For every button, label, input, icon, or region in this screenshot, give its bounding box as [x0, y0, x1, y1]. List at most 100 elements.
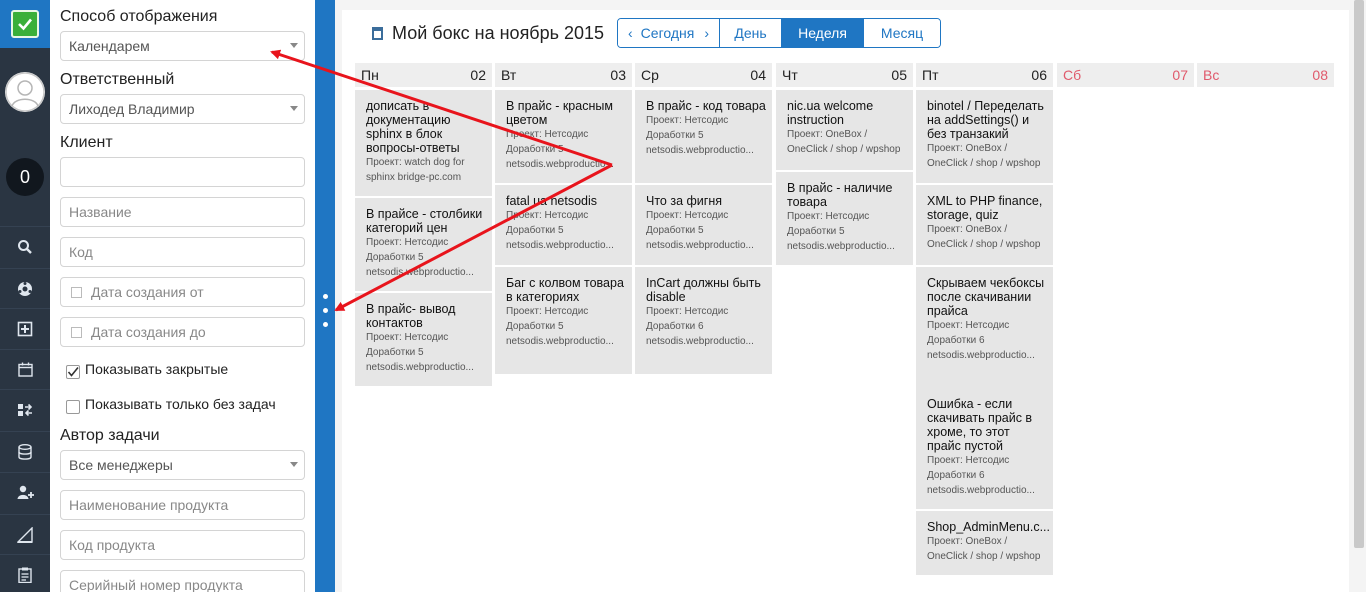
- app-logo[interactable]: [0, 0, 50, 48]
- name-input[interactable]: Название: [60, 197, 305, 227]
- task-card[interactable]: InCart должны быть disable Проект: Нетсод…: [635, 267, 772, 374]
- responsible-select[interactable]: Лиходед Владимир: [60, 94, 305, 124]
- task-card[interactable]: fatal ua netsodis Проект: Нетсодис Доработ…: [495, 185, 632, 265]
- calendar-icon[interactable]: [0, 349, 50, 389]
- day-header: Ср 04: [635, 63, 772, 87]
- task-meta: Проект: Нетсодис: [506, 306, 589, 317]
- display-mode-value: Календарем: [69, 38, 150, 54]
- task-meta: netsodis.webproductio...: [366, 267, 474, 278]
- task-title: Баг с колвом товара в категориях: [506, 276, 624, 304]
- soccer-ball-icon[interactable]: [0, 268, 50, 308]
- exchange-icon[interactable]: [0, 389, 50, 429]
- task-card[interactable]: Баг с колвом товара в категориях Проект: …: [495, 267, 632, 374]
- task-title: дописать в документацию sphinx в блок во…: [366, 99, 460, 155]
- calendar-panel: Мой бокс на ноябрь 2015 ‹ Сегодня › День…: [342, 10, 1349, 592]
- task-card[interactable]: Скрываем чекбоксы после скачивании прайс…: [916, 267, 1053, 388]
- task-card[interactable]: XML to PHP finance, storage, quiz Проект:…: [916, 185, 1053, 265]
- task-meta: Доработки 5: [646, 225, 704, 236]
- task-card[interactable]: В прайс - код товара Проект: Нетсодис Дора…: [635, 90, 772, 183]
- task-meta: netsodis.webproductio...: [506, 336, 614, 347]
- scrollbar-thumb[interactable]: [1354, 0, 1364, 548]
- task-meta: Проект: Нетсодис: [927, 320, 1010, 331]
- database-icon[interactable]: [0, 431, 50, 471]
- add-square-icon[interactable]: [0, 308, 50, 348]
- date-to-input[interactable]: Дата создания до: [60, 317, 305, 347]
- task-meta: OneClick / shop / wpshop: [927, 551, 1041, 562]
- calendar-title-text: Мой бокс на ноябрь 2015: [392, 23, 605, 43]
- month-view-button[interactable]: Месяц: [864, 19, 940, 47]
- task-title: Скрываем чекбоксы после скачивании прайс…: [927, 276, 1045, 318]
- date-to-placeholder: Дата создания до: [91, 324, 206, 340]
- today-button[interactable]: Сегодня: [641, 25, 695, 41]
- triangle-ruler-icon[interactable]: [0, 514, 50, 554]
- clipboard-icon[interactable]: [0, 554, 50, 592]
- task-meta: netsodis.webproductio...: [646, 336, 754, 347]
- code-placeholder: Код: [69, 244, 93, 260]
- task-card[interactable]: nic.ua welcome instruction Проект: OneBox…: [776, 90, 913, 170]
- panel-splitter[interactable]: [315, 0, 335, 592]
- task-card[interactable]: дописать в документацию sphinx в блок во…: [355, 90, 492, 196]
- serial-number-input[interactable]: Серийный номер продукта: [60, 570, 305, 592]
- calendar-icon: [372, 27, 383, 40]
- show-closed-checkbox[interactable]: [66, 365, 80, 379]
- task-title: В прайсе - столбики категорий цен: [366, 207, 483, 235]
- app-window: 0 Способ отображения Календарем Ответств…: [0, 0, 1366, 592]
- task-meta: Доработки 5: [506, 321, 564, 332]
- show-without-tasks-checkbox[interactable]: [66, 400, 80, 414]
- prev-arrow[interactable]: ‹: [628, 25, 633, 41]
- task-meta: Проект: OneBox /: [927, 224, 1008, 235]
- date-from-input[interactable]: Дата создания от: [60, 277, 305, 307]
- task-card[interactable]: Shop_AdminMenu.c... Проект: OneBox / OneCl…: [916, 511, 1053, 575]
- task-card[interactable]: В прайс - красным цветом Проект: Нетсодис…: [495, 90, 632, 183]
- task-meta: Доработки 5: [506, 225, 564, 236]
- code-input[interactable]: Код: [60, 237, 305, 267]
- task-meta: Доработки 5: [366, 347, 424, 358]
- task-card[interactable]: Что за фигня Проект: Нетсодис Доработки 5 n…: [635, 185, 772, 265]
- product-name-input[interactable]: Наименование продукта: [60, 490, 305, 520]
- task-meta: Проект: Нетсодис: [787, 211, 870, 222]
- client-input[interactable]: [60, 157, 305, 187]
- task-meta: sphinx bridge-pc.com: [366, 172, 462, 183]
- task-title: Что за фигня: [646, 194, 722, 208]
- task-card[interactable]: Ошибка - если скачивать прайс в хроме, т…: [916, 388, 1053, 509]
- user-silhouette-icon: [5, 72, 45, 112]
- task-meta: Доработки 5: [646, 130, 704, 141]
- day-view-button[interactable]: День: [720, 19, 782, 47]
- day-name: Чт: [782, 67, 798, 83]
- task-meta: netsodis.webproductio...: [366, 362, 474, 373]
- add-user-icon[interactable]: [0, 472, 50, 512]
- task-meta: Доработки 5: [366, 252, 424, 263]
- view-switcher: ‹ Сегодня › День Неделя Месяц: [617, 18, 941, 48]
- task-card[interactable]: В прайс - наличие товара Проект: Нетсодис…: [776, 172, 913, 265]
- week-view-button[interactable]: Неделя: [782, 19, 864, 47]
- day-name: Пн: [361, 67, 379, 83]
- day-header: Пн 02: [355, 63, 492, 87]
- page-scrollbar[interactable]: [1352, 0, 1366, 592]
- author-label: Автор задачи: [60, 427, 160, 444]
- task-title: XML to PHP finance, storage, quiz: [927, 194, 1043, 222]
- display-mode-select[interactable]: Календарем: [60, 31, 305, 61]
- responsible-value: Лиходед Владимир: [69, 101, 195, 117]
- client-label: Клиент: [60, 134, 113, 151]
- dropdown-caret-icon: [290, 106, 298, 111]
- user-avatar[interactable]: [5, 72, 45, 112]
- day-header: Пт 06: [916, 63, 1053, 87]
- task-card[interactable]: В прайсе - столбики категорий цен Проект:…: [355, 198, 492, 291]
- day-date: 02: [470, 67, 486, 83]
- product-code-input[interactable]: Код продукта: [60, 530, 305, 560]
- task-title: binotel / Переделать на addSettings() и …: [927, 99, 1044, 141]
- day-header: Чт 05: [776, 63, 913, 87]
- show-closed-label[interactable]: Показывать закрытые: [85, 361, 228, 377]
- task-card[interactable]: binotel / Переделать на addSettings() и …: [916, 90, 1053, 183]
- next-arrow[interactable]: ›: [704, 25, 709, 41]
- task-card[interactable]: В прайс- вывод контактов Проект: Нетсодис…: [355, 293, 492, 386]
- checkmark-icon: [11, 10, 39, 38]
- author-select[interactable]: Все менеджеры: [60, 450, 305, 480]
- task-meta: Проект: Нетсодис: [646, 210, 729, 221]
- task-meta: netsodis.webproductio...: [506, 159, 614, 170]
- drag-handle-dot: [323, 322, 328, 327]
- notification-counter[interactable]: 0: [6, 158, 44, 196]
- show-without-tasks-label[interactable]: Показывать только без задач: [85, 396, 276, 412]
- task-meta: Проект: Нетсодис: [506, 210, 589, 221]
- search-icon[interactable]: [0, 226, 50, 266]
